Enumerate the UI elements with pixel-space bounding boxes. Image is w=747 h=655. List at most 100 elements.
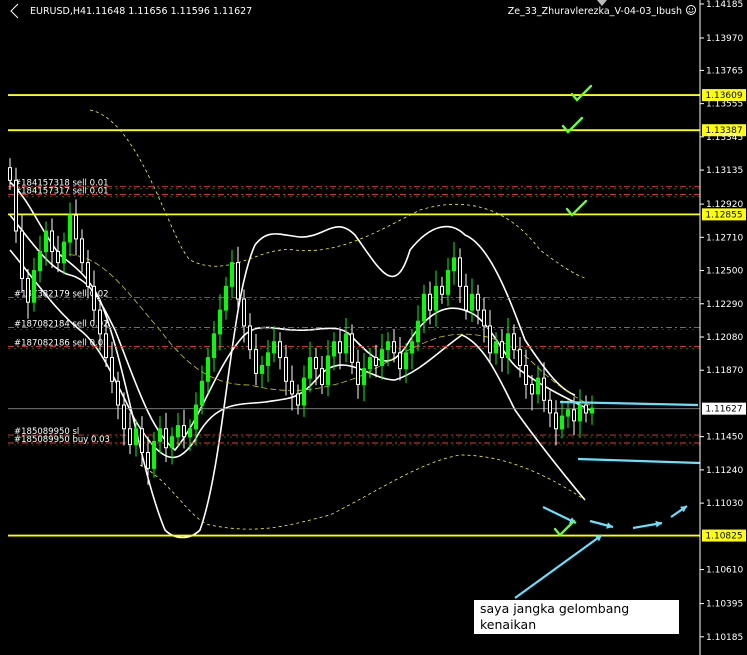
- candle-body-9: [62, 241, 66, 264]
- candle-body-3: [26, 277, 30, 303]
- axis-tick-label-10: 1.12080: [706, 333, 743, 343]
- candle-body-65: [398, 352, 402, 370]
- candle-body-16: [104, 333, 108, 359]
- candle-body-6: [44, 230, 48, 253]
- candle-body-1: [14, 179, 18, 232]
- candle-body-14: [92, 285, 96, 311]
- candle-body-82: [500, 341, 504, 359]
- candle-body-19: [122, 404, 126, 430]
- candle-body-47: [290, 380, 294, 395]
- candle-body-15: [98, 309, 102, 335]
- candle-body-87: [530, 383, 534, 395]
- candle-body-81: [494, 341, 498, 354]
- candle-body-12: [80, 238, 84, 264]
- axis-tick-label-9: 1.12290: [706, 300, 743, 310]
- candle-body-74: [452, 257, 456, 272]
- candle-body-36: [224, 285, 228, 311]
- candle-body-41: [254, 349, 258, 374]
- annotation-note: saya jangka gelombang kenaikan: [474, 600, 679, 634]
- candle-body-71: [434, 285, 438, 311]
- candle-body-26: [164, 428, 168, 449]
- candle-body-46: [284, 357, 288, 382]
- candle-body-17: [110, 357, 114, 382]
- candle-body-55: [338, 341, 342, 354]
- axis-tick-label-8: 1.12500: [706, 267, 743, 277]
- candle-body-69: [422, 293, 426, 322]
- candle-body-59: [362, 368, 366, 385]
- axis-tick-label-16: 1.10395: [706, 600, 743, 610]
- candle-body-78: [476, 293, 480, 311]
- candle-body-73: [446, 270, 450, 295]
- candle-body-45: [278, 341, 282, 359]
- candle-body-94: [572, 409, 576, 422]
- symbol-label: EURUSD,H4: [30, 6, 86, 17]
- candle-body-61: [374, 357, 378, 366]
- axis-tick-label-4: 1.13345: [706, 133, 743, 143]
- candle-body-58: [356, 361, 360, 385]
- candle-body-64: [392, 341, 396, 354]
- candle-body-97: [590, 407, 594, 414]
- candle-body-76: [464, 285, 468, 311]
- candle-body-89: [542, 377, 546, 401]
- candle-body-31: [194, 404, 198, 430]
- candle-body-52: [320, 368, 324, 385]
- order-label-4: #187082186 sell 0.02: [14, 338, 109, 348]
- candle-body-83: [506, 333, 510, 359]
- ohlc-label: 1.11648 1.11656 1.11596 1.11627: [86, 6, 252, 17]
- candle-body-37: [230, 262, 234, 287]
- axis-tick-label-7: 1.12710: [706, 233, 743, 243]
- candle-body-0: [8, 167, 12, 181]
- candle-body-2: [20, 230, 24, 279]
- candle-body-20: [128, 428, 132, 446]
- candle-body-57: [350, 333, 354, 363]
- candle-body-54: [332, 341, 336, 357]
- candle-body-53: [326, 355, 330, 385]
- candle-body-63: [386, 341, 390, 351]
- candle-body-24: [152, 440, 156, 469]
- candle-body-25: [158, 428, 162, 442]
- candle-body-44: [272, 341, 276, 354]
- level-price-2: 1.12855: [705, 210, 742, 220]
- candle-body-85: [518, 349, 522, 366]
- candle-body-28: [176, 425, 180, 438]
- candle-body-13: [86, 262, 90, 287]
- candle-body-34: [212, 333, 216, 359]
- candle-body-32: [200, 380, 204, 406]
- candle-body-56: [344, 333, 348, 354]
- axis-tick-label-5: 1.13135: [706, 166, 743, 176]
- axis-tick-label-12: 1.11450: [706, 433, 743, 443]
- candle-body-92: [560, 415, 564, 430]
- price-chart[interactable]: 1.136091.133871.128551.108251.11627 #184…: [0, 0, 747, 655]
- candle-body-86: [524, 364, 528, 385]
- candle-body-21: [134, 428, 138, 446]
- axis-tick-label-3: 1.13555: [706, 100, 743, 110]
- candle-body-66: [404, 352, 408, 370]
- axis-tick-label-14: 1.11030: [706, 499, 743, 509]
- candle-body-50: [308, 357, 312, 379]
- candle-body-8: [56, 251, 60, 264]
- candle-body-43: [266, 352, 270, 366]
- candle-body-93: [566, 409, 570, 417]
- candle-body-27: [170, 436, 174, 449]
- order-label-1: #184157317 sell 0.01: [14, 187, 109, 197]
- candle-body-51: [314, 357, 318, 370]
- order-label-6: #185089950 buy 0.03: [14, 435, 110, 445]
- candle-body-90: [548, 399, 552, 414]
- candle-body-75: [458, 257, 462, 287]
- axis-tick-label-1: 1.13970: [706, 34, 743, 44]
- candle-body-79: [482, 309, 486, 327]
- candle-body-35: [218, 309, 222, 335]
- axis-tick-label-15: 1.10610: [706, 566, 743, 576]
- candle-body-68: [416, 320, 420, 343]
- candle-body-23: [146, 451, 150, 469]
- candle-body-67: [410, 341, 414, 354]
- candle-body-72: [440, 285, 444, 295]
- candle-body-48: [296, 393, 300, 406]
- candle-body-62: [380, 349, 384, 366]
- candle-body-10: [68, 214, 72, 243]
- candle-body-91: [554, 412, 558, 430]
- candle-body-30: [188, 428, 192, 438]
- candle-body-33: [206, 357, 210, 382]
- axis-tick-label-0: 1.14185: [706, 0, 743, 10]
- axis-tick-label-13: 1.11240: [706, 466, 743, 476]
